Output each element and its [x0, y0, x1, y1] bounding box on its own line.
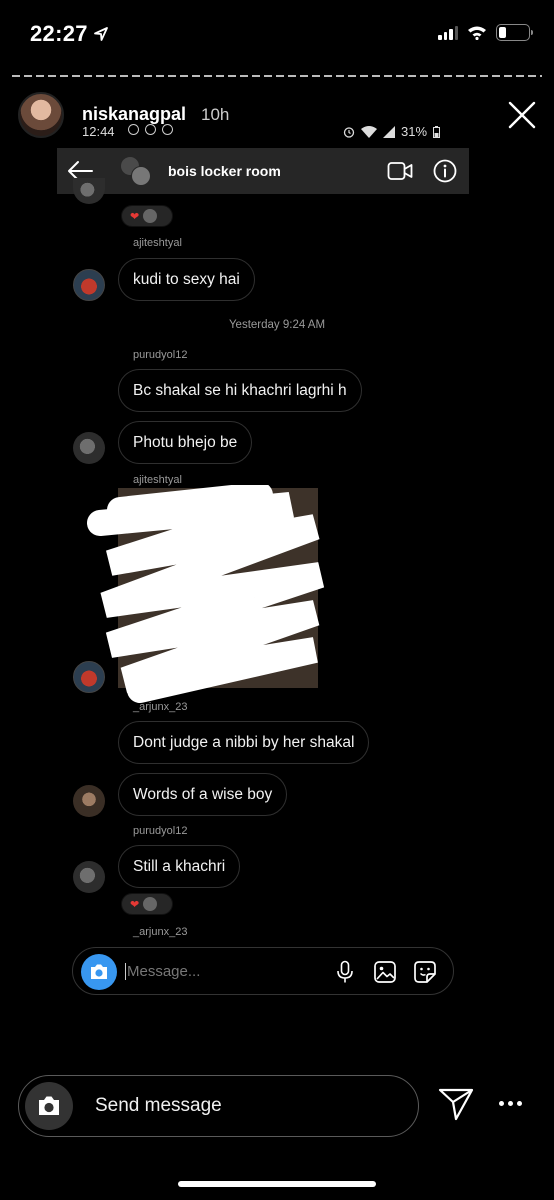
inner-wifi-icon — [361, 125, 377, 138]
sender-avatar[interactable] — [73, 432, 105, 464]
chat-timestamp: Yesterday 9:24 AM — [228, 319, 326, 331]
message-composer[interactable]: Message... — [72, 947, 454, 995]
inner-notification-icons — [128, 124, 173, 135]
send-message-input[interactable]: Send message — [95, 1095, 222, 1117]
message-bubble[interactable]: kudi to sexy hai — [118, 258, 255, 301]
message-bubble[interactable]: Bc shakal se hi khachri lagrhi h — [118, 369, 362, 412]
inner-status-right: 31% — [343, 124, 441, 139]
video-call-icon[interactable] — [387, 160, 413, 182]
share-paper-plane-icon[interactable] — [438, 1087, 474, 1121]
sender-avatar[interactable] — [73, 785, 105, 817]
message-bubble[interactable]: Words of a wise boy — [118, 773, 288, 816]
sender-name: purudyol12 — [133, 825, 188, 837]
battery-icon — [496, 24, 533, 41]
status-icons — [438, 24, 533, 41]
inner-battery-icon — [433, 125, 441, 138]
sender-avatar[interactable] — [73, 661, 105, 693]
story-timestamp: 10h — [201, 105, 230, 124]
reaction-badge[interactable]: ❤ — [121, 205, 173, 227]
sticker-icon[interactable] — [413, 960, 437, 984]
alarm-icon — [343, 126, 355, 138]
sender-avatar[interactable] — [73, 178, 105, 204]
send-message-bar[interactable]: Send message — [18, 1075, 419, 1137]
reply-camera-button[interactable] — [25, 1082, 73, 1130]
sender-avatar[interactable] — [73, 269, 105, 301]
chat-header: bois locker room — [57, 148, 469, 194]
sender-avatar[interactable] — [73, 861, 105, 893]
sender-name: ajiteshtyal — [133, 237, 182, 249]
message-bubble[interactable]: Dont judge a nibbi by her shakal — [118, 721, 370, 764]
location-arrow-icon — [94, 27, 108, 41]
info-icon[interactable] — [433, 159, 457, 183]
wifi-icon — [468, 26, 486, 40]
group-avatar[interactable] — [120, 156, 152, 186]
message-bubble[interactable]: Still a khachri — [118, 845, 241, 888]
message-input[interactable]: Message... — [125, 963, 200, 980]
whatsapp-icon — [145, 124, 156, 135]
sender-name: _arjunx_23 — [133, 926, 188, 938]
inner-battery-percent: 31% — [401, 124, 428, 139]
message-icon — [162, 124, 173, 135]
message-bubble[interactable]: Photu bhejo be — [118, 421, 253, 464]
status-time: 22:27 — [30, 21, 88, 46]
story-user-avatar[interactable] — [18, 92, 64, 138]
redaction-scribble — [87, 485, 325, 703]
reaction-badge[interactable]: ❤ — [121, 893, 173, 915]
story-username[interactable]: niskanagpal — [82, 104, 186, 125]
camera-button[interactable] — [81, 954, 117, 990]
story-progress-bar — [12, 75, 542, 77]
cellular-signal-icon — [438, 25, 458, 40]
home-indicator — [178, 1181, 376, 1187]
camera-icon — [39, 1096, 59, 1115]
camera-icon — [91, 964, 107, 979]
sender-name: _arjunx_23 — [133, 701, 188, 713]
sender-name: purudyol12 — [133, 349, 188, 361]
close-icon[interactable] — [508, 101, 536, 129]
chrome-icon — [128, 124, 139, 135]
chat-title[interactable]: bois locker room — [168, 163, 281, 179]
more-options-icon[interactable] — [499, 1101, 523, 1109]
inner-signal-icon — [383, 125, 395, 138]
microphone-icon[interactable] — [335, 960, 355, 984]
gallery-icon[interactable] — [373, 960, 397, 984]
inner-status-time: 12:44 — [82, 124, 115, 139]
